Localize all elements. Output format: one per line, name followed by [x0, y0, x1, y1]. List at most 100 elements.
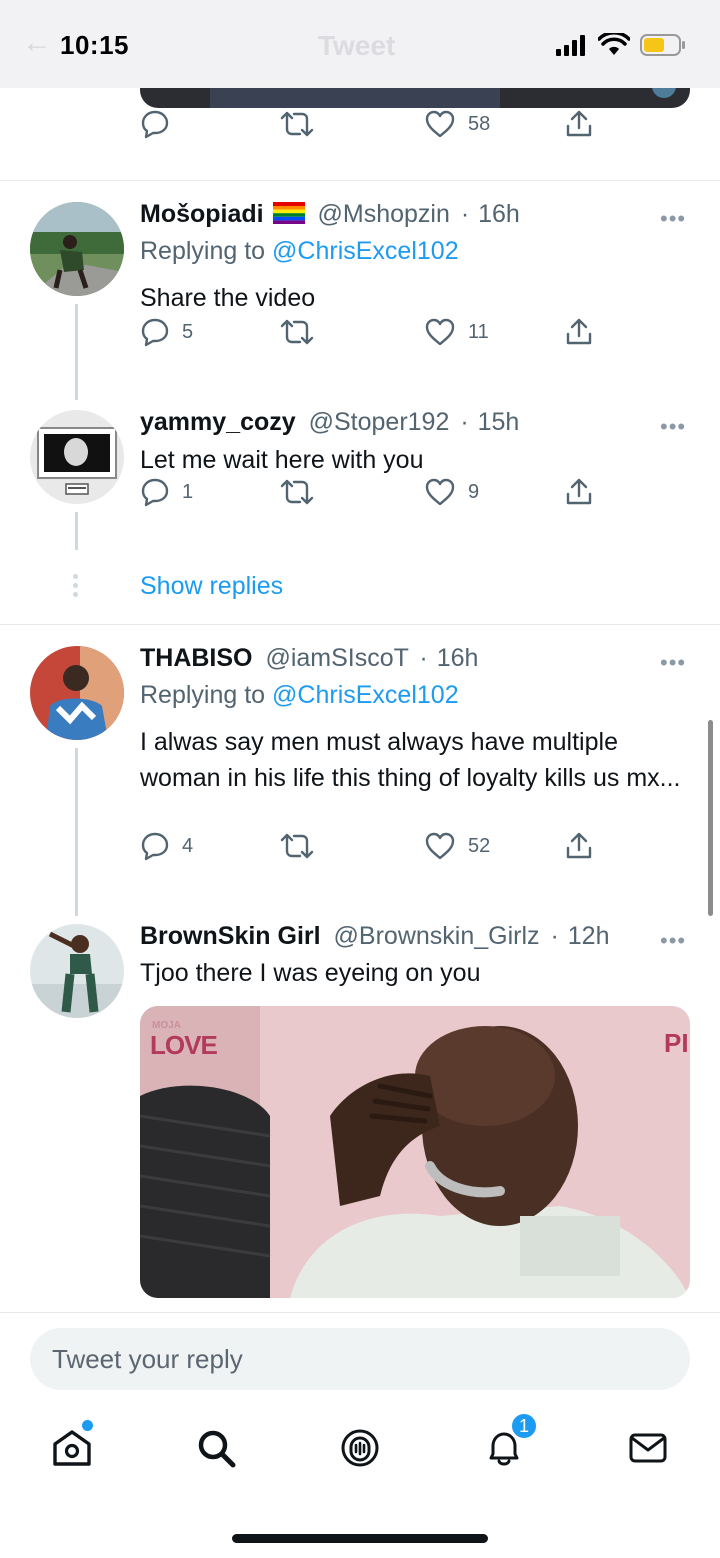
reply-button[interactable]: 4: [140, 831, 193, 861]
like-count: 9: [468, 480, 480, 503]
share-button[interactable]: [564, 831, 594, 861]
heart-icon: [425, 110, 455, 138]
handle[interactable]: @iamSIscoT: [265, 644, 408, 672]
timestamp[interactable]: 16h: [478, 200, 520, 228]
separator: ·: [460, 200, 470, 228]
reply-button[interactable]: [140, 109, 170, 139]
heart-icon: [425, 832, 455, 860]
display-name[interactable]: BrownSkin Girl: [140, 922, 321, 950]
show-replies-link[interactable]: Show replies: [140, 572, 283, 601]
separator: ·: [419, 644, 428, 672]
divider: [0, 180, 720, 181]
wifi-icon: [598, 33, 630, 55]
retweet-button[interactable]: [280, 317, 314, 347]
more-icon[interactable]: •••: [660, 206, 686, 232]
tab-spaces[interactable]: [336, 1424, 384, 1472]
avatar[interactable]: [30, 202, 124, 296]
home-unread-dot: [82, 1420, 93, 1431]
display-name[interactable]: yammy_cozy: [140, 408, 296, 436]
retweet-button[interactable]: [280, 109, 314, 139]
status-icons: [556, 33, 686, 57]
header-title: Tweet: [318, 30, 396, 61]
tab-home[interactable]: [48, 1420, 96, 1472]
home-icon: [53, 1430, 91, 1466]
reply-count: 1: [182, 480, 194, 503]
reply-icon: [141, 318, 169, 347]
rainbow-flag-icon: [272, 202, 305, 224]
more-icon[interactable]: •••: [660, 928, 686, 954]
tab-search[interactable]: [192, 1424, 240, 1472]
timestamp[interactable]: 16h: [437, 644, 479, 672]
timestamp[interactable]: 15h: [478, 408, 520, 436]
battery-icon: [640, 34, 685, 56]
tweet-header: yammy_cozy @Stoper192 · 15h: [140, 408, 519, 437]
share-icon: [566, 110, 592, 137]
like-button[interactable]: 9: [424, 477, 479, 507]
handle[interactable]: @Mshopzin: [318, 200, 450, 228]
tweet-header: THABISO @iamSIscoT · 16h: [140, 644, 478, 673]
mention-link[interactable]: @ChrisExcel102: [272, 681, 459, 709]
handle[interactable]: @Stoper192: [309, 408, 450, 436]
like-count: 11: [468, 320, 489, 343]
replying-to: Replying to @ChrisExcel102: [140, 237, 459, 266]
more-icon[interactable]: •••: [660, 414, 686, 440]
tweet-header: Mošopiadi @Mshopzin · 16h: [140, 200, 520, 229]
more-replies-dots-icon: [72, 574, 80, 601]
share-icon: [566, 318, 592, 345]
display-name[interactable]: Mošopiadi: [140, 200, 264, 228]
share-icon: [566, 478, 592, 505]
tab-notifications[interactable]: 1: [480, 1412, 538, 1472]
tweet-text: Share the video: [140, 284, 316, 312]
avatar[interactable]: [30, 646, 124, 740]
like-count: 58: [468, 112, 491, 135]
timestamp[interactable]: 12h: [568, 922, 610, 950]
tweet-media-image[interactable]: MOJA LOVE PI: [140, 1006, 690, 1298]
heart-icon: [425, 318, 455, 346]
heart-icon: [425, 478, 455, 506]
handle[interactable]: @Brownskin_Girlz: [334, 922, 540, 950]
retweet-button[interactable]: [280, 477, 314, 507]
reply-button[interactable]: 1: [140, 477, 193, 507]
reply-button[interactable]: 5: [140, 317, 193, 347]
retweet-icon: [280, 479, 314, 505]
mention-link[interactable]: @ChrisExcel102: [272, 237, 459, 265]
notification-badge: 1: [510, 1412, 538, 1440]
reply-count: 4: [182, 834, 194, 857]
like-button[interactable]: 52: [424, 831, 490, 861]
share-button[interactable]: [564, 477, 594, 507]
like-button[interactable]: 58: [424, 109, 490, 139]
home-indicator: [232, 1534, 488, 1543]
like-count: 52: [468, 834, 491, 857]
back-arrow-icon[interactable]: ←: [22, 26, 52, 60]
tweet-text: I alwas say men must always have multipl…: [140, 728, 681, 792]
status-bar: ← Tweet 10:15: [0, 0, 720, 88]
reply-icon: [141, 110, 169, 139]
tweet-text: Tjoo there I was eyeing on you: [140, 959, 481, 987]
divider: [0, 1312, 720, 1313]
reply-count: 5: [182, 320, 194, 343]
media-watermark-logo: LOVE: [150, 1030, 218, 1060]
tab-messages[interactable]: [624, 1424, 672, 1472]
share-button[interactable]: [564, 317, 594, 347]
share-icon: [566, 832, 592, 859]
thread-line: [75, 748, 78, 916]
thread-line: [75, 304, 78, 400]
replying-prefix: Replying to: [140, 237, 266, 265]
tweet-reply-input[interactable]: [30, 1328, 690, 1390]
separator: ·: [550, 922, 559, 950]
tweet-header: BrownSkin Girl @Brownskin_Girlz · 12h: [140, 922, 609, 951]
scrollbar[interactable]: [708, 720, 713, 916]
divider: [0, 624, 720, 625]
like-button[interactable]: 11: [424, 317, 489, 347]
reply-icon: [141, 478, 169, 507]
separator: ·: [460, 408, 469, 436]
more-icon[interactable]: •••: [660, 650, 686, 676]
status-time: 10:15: [60, 30, 129, 60]
display-name[interactable]: THABISO: [140, 644, 253, 672]
signal-icon: [556, 35, 585, 56]
avatar[interactable]: [30, 924, 124, 1018]
avatar[interactable]: [30, 410, 124, 504]
retweet-button[interactable]: [280, 831, 314, 861]
share-button[interactable]: [564, 109, 594, 139]
reply-icon: [141, 832, 169, 861]
